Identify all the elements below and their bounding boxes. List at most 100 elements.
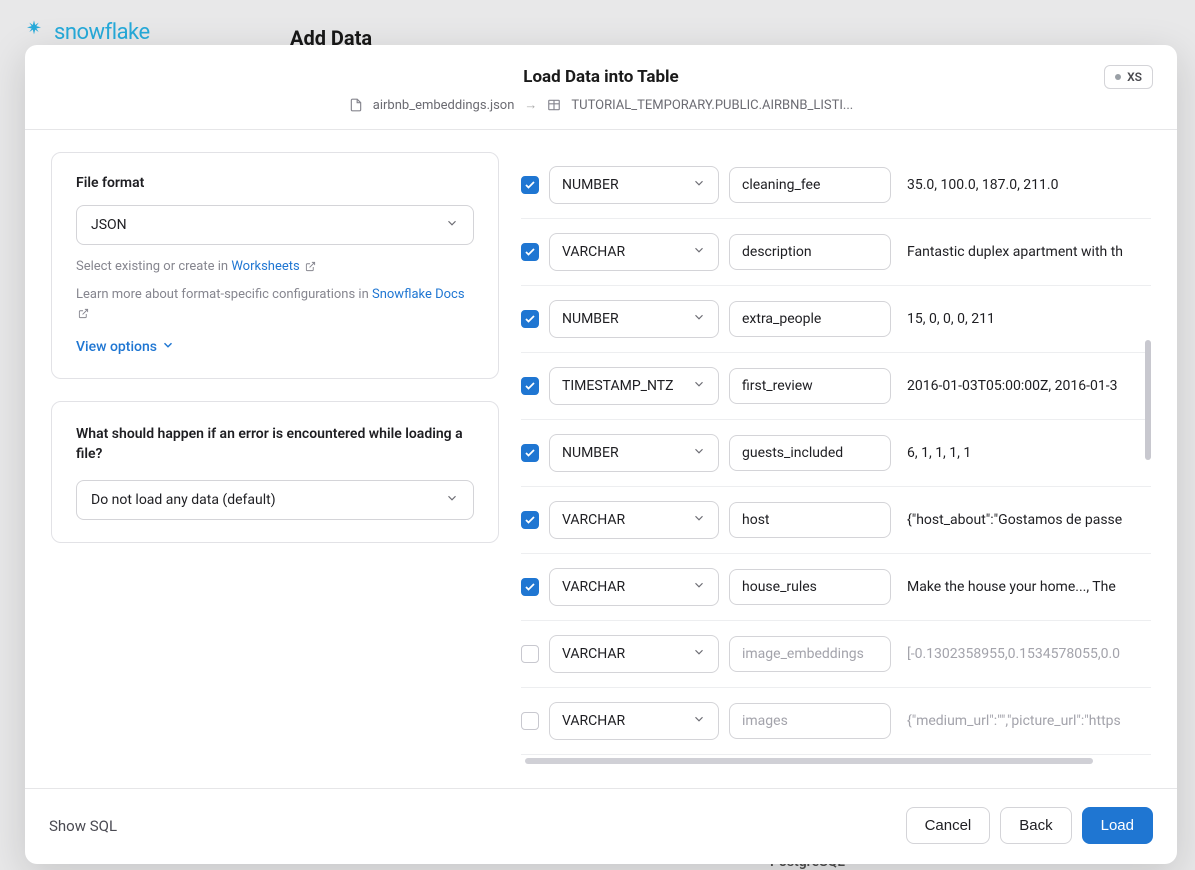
column-checkbox[interactable] — [521, 712, 539, 730]
columns-list[interactable]: NUMBERcleaning_fee35.0, 100.0, 187.0, 21… — [521, 152, 1151, 766]
column-sample: {"host_about":"Gostamos de passe — [901, 512, 1143, 528]
view-options-toggle[interactable]: View options — [76, 338, 474, 356]
column-type-select[interactable]: NUMBER — [549, 300, 719, 338]
load-button[interactable]: Load — [1082, 807, 1153, 844]
file-format-card: File format JSON Select existing or crea… — [51, 152, 499, 379]
error-handling-value: Do not load any data (default) — [91, 492, 276, 508]
column-checkbox[interactable] — [521, 310, 539, 328]
table-icon — [547, 98, 561, 112]
chevron-down-icon — [692, 578, 706, 596]
helper-text-worksheets: Select existing or create in Worksheets — [76, 257, 474, 279]
modal-footer: Show SQL Cancel Back Load — [25, 788, 1177, 864]
breadcrumb-target: TUTORIAL_TEMPORARY.PUBLIC.AIRBNB_LISTI..… — [571, 98, 853, 113]
warehouse-size-text: XS — [1127, 70, 1142, 84]
warehouse-size-badge[interactable]: XS — [1104, 65, 1153, 89]
column-type-value: VARCHAR — [562, 646, 625, 662]
column-sample: 15, 0, 0, 0, 211 — [901, 311, 1143, 327]
modal-title: Load Data into Table — [49, 67, 1153, 87]
back-button[interactable]: Back — [1000, 807, 1071, 844]
modal-body: File format JSON Select existing or crea… — [25, 130, 1177, 788]
column-type-value: VARCHAR — [562, 713, 625, 729]
column-row: NUMBER extra_people 15, 0, 0, 0, 211 — [521, 286, 1151, 353]
chevron-down-icon — [692, 243, 706, 261]
external-link-icon — [78, 306, 89, 326]
chevron-down-icon — [692, 444, 706, 462]
column-sample: [-0.1302358955,0.1534578055,0.0 — [901, 646, 1143, 662]
column-checkbox[interactable] — [521, 444, 539, 462]
column-checkbox[interactable] — [521, 176, 539, 194]
file-format-value: JSON — [91, 217, 127, 233]
scrollbar-horizontal[interactable] — [525, 758, 1093, 764]
file-format-label: File format — [76, 175, 474, 191]
column-checkbox[interactable] — [521, 645, 539, 663]
file-icon — [349, 98, 363, 112]
column-sample: Make the house your home..., The — [901, 579, 1143, 595]
column-name-input[interactable]: image_embeddings — [729, 636, 891, 672]
chevron-down-icon — [692, 712, 706, 730]
column-type-select[interactable]: VARCHAR — [549, 568, 719, 606]
column-row: VARCHAR house_rules Make the house your ho… — [521, 554, 1151, 621]
helper-text-docs: Learn more about format-specific configu… — [76, 285, 474, 326]
column-name-input[interactable]: images — [729, 703, 891, 739]
column-row: VARCHAR description Fantastic duplex apart… — [521, 219, 1151, 286]
column-type-value: VARCHAR — [562, 579, 625, 595]
column-row: VARCHAR host {"host_about":"Gostamos de pa… — [521, 487, 1151, 554]
chevron-down-icon — [692, 377, 706, 395]
error-handling-select[interactable]: Do not load any data (default) — [76, 480, 474, 520]
chevron-down-icon — [445, 216, 459, 234]
column-name-input[interactable]: guests_included — [729, 435, 891, 471]
column-type-select[interactable]: NUMBER — [549, 166, 719, 204]
breadcrumb-source: airbnb_embeddings.json — [373, 98, 515, 113]
column-name-input[interactable]: cleaning_fee — [729, 167, 891, 203]
column-checkbox[interactable] — [521, 377, 539, 395]
column-type-select[interactable]: VARCHAR — [549, 233, 719, 271]
scrollbar-vertical[interactable] — [1145, 340, 1151, 460]
chevron-down-icon — [445, 491, 459, 509]
chevron-down-icon — [692, 511, 706, 529]
column-row: TIMESTAMP_NTZ first_review 2016-01-03T05:0… — [521, 353, 1151, 420]
worksheets-link[interactable]: Worksheets — [231, 259, 299, 274]
show-sql-link[interactable]: Show SQL — [49, 817, 117, 835]
status-dot-icon — [1115, 74, 1121, 80]
error-handling-label: What should happen if an error is encoun… — [76, 424, 474, 465]
column-type-select[interactable]: VARCHAR — [549, 501, 719, 539]
column-type-select[interactable]: NUMBER — [549, 434, 719, 472]
error-handling-card: What should happen if an error is encoun… — [51, 401, 499, 544]
breadcrumb: airbnb_embeddings.json → TUTORIAL_TEMPOR… — [49, 97, 1153, 113]
column-name-input[interactable]: first_review — [729, 368, 891, 404]
column-type-value: VARCHAR — [562, 244, 625, 260]
external-link-icon — [305, 259, 316, 279]
column-row: NUMBER guests_included 6, 1, 1, 1, 1 — [521, 420, 1151, 487]
column-name-input[interactable]: description — [729, 234, 891, 270]
column-checkbox[interactable] — [521, 578, 539, 596]
column-name-input[interactable]: host — [729, 502, 891, 538]
column-row: NUMBERcleaning_fee35.0, 100.0, 187.0, 21… — [521, 152, 1151, 219]
load-data-modal: Load Data into Table airbnb_embeddings.j… — [25, 45, 1177, 864]
column-sample: Fantastic duplex apartment with th — [901, 244, 1143, 260]
chevron-down-icon — [692, 176, 706, 194]
column-checkbox[interactable] — [521, 511, 539, 529]
column-type-select[interactable]: TIMESTAMP_NTZ — [549, 367, 719, 405]
column-type-value: NUMBER — [562, 177, 619, 193]
modal-header: Load Data into Table airbnb_embeddings.j… — [25, 45, 1177, 130]
left-panel: File format JSON Select existing or crea… — [51, 152, 499, 543]
column-type-value: TIMESTAMP_NTZ — [562, 378, 674, 394]
column-sample: {"medium_url":"","picture_url":"https — [901, 713, 1143, 729]
chevron-down-icon — [692, 310, 706, 328]
column-row: VARCHAR images {"medium_url":"","picture_u… — [521, 688, 1151, 755]
cancel-button[interactable]: Cancel — [906, 807, 991, 844]
column-type-value: NUMBER — [562, 311, 619, 327]
column-type-select[interactable]: VARCHAR — [549, 635, 719, 673]
file-format-select[interactable]: JSON — [76, 205, 474, 245]
docs-link[interactable]: Snowflake Docs — [372, 287, 465, 302]
column-sample: 2016-01-03T05:00:00Z, 2016-01-3 — [901, 378, 1143, 394]
column-type-select[interactable]: VARCHAR — [549, 702, 719, 740]
columns-panel: NUMBERcleaning_fee35.0, 100.0, 187.0, 21… — [521, 152, 1151, 766]
column-name-input[interactable]: extra_people — [729, 301, 891, 337]
column-row: VARCHAR image_embeddings [-0.1302358955,0.… — [521, 621, 1151, 688]
column-type-value: VARCHAR — [562, 512, 625, 528]
chevron-down-icon — [161, 338, 175, 356]
column-name-input[interactable]: house_rules — [729, 569, 891, 605]
column-sample: 6, 1, 1, 1, 1 — [901, 445, 1143, 461]
column-checkbox[interactable] — [521, 243, 539, 261]
